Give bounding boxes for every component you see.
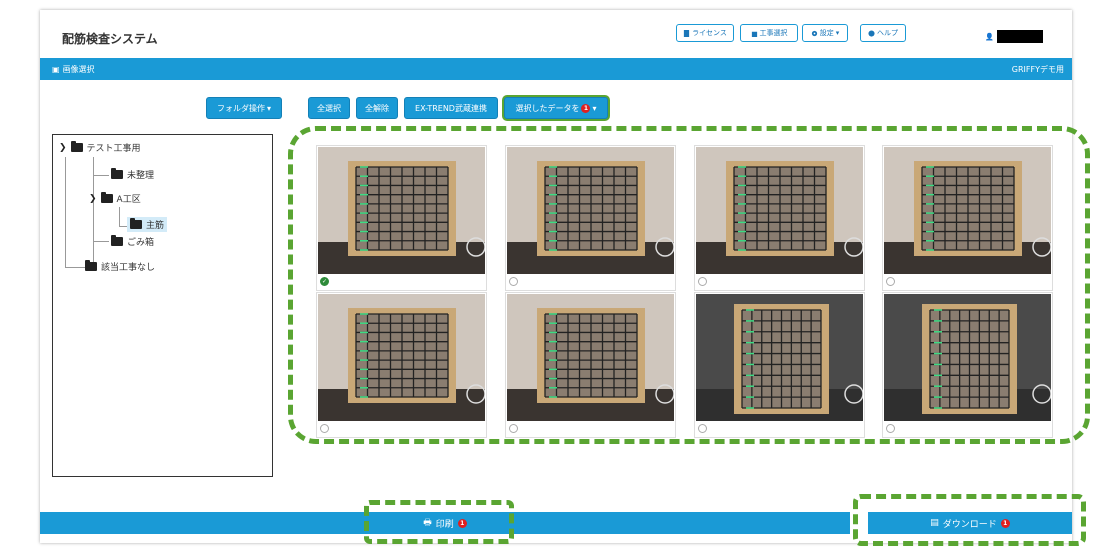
license-button[interactable]: ライセンス — [676, 24, 734, 42]
folder-icon — [100, 192, 113, 203]
chevron-down-icon: ❯ — [89, 193, 97, 204]
gear-icon — [811, 30, 817, 36]
folder-icon — [111, 168, 123, 179]
selected-count-badge: 1 — [581, 103, 591, 113]
section-title: 画像選択 — [62, 65, 95, 74]
folder-icon — [70, 141, 83, 152]
top-navbar: 配筋検査システム ライセンス 工事選択 設定 ▾ ヘルプ 👤 — [40, 10, 1072, 56]
app-title: 配筋検査システム — [62, 32, 158, 46]
project-select-button[interactable]: 工事選択 — [740, 24, 798, 42]
selected-data-dropdown[interactable]: 選択したデータを 1 ▾ — [504, 97, 608, 119]
folder-icon — [130, 218, 142, 229]
image-icon: ▣ — [52, 65, 60, 74]
tree-node-unsorted[interactable]: 未整理 — [111, 168, 154, 181]
user-icon: 👤 — [985, 32, 994, 41]
chevron-down-icon: ▾ — [266, 103, 271, 113]
tree-node-main-bar[interactable]: 主筋 — [127, 217, 168, 232]
select-all-button[interactable]: 全選択 — [308, 97, 350, 119]
chevron-down-icon: ▾ — [835, 29, 840, 37]
section-header: ▣ 画像選択 GRIFFYデモ用 — [40, 58, 1072, 80]
chevron-down-icon: ❯ — [59, 142, 67, 153]
download-highlight-annotation — [853, 494, 1086, 546]
chevron-down-icon: ▾ — [592, 103, 597, 113]
settings-button[interactable]: 設定 ▾ — [802, 24, 848, 42]
images-highlight-annotation — [288, 126, 1090, 444]
deselect-all-button[interactable]: 全解除 — [356, 97, 398, 119]
file-icon — [683, 29, 690, 37]
folder-tree: ❯ テスト工事用 未整理 ❯ A工区 主筋 ごみ箱 該当工事なし — [52, 134, 273, 477]
question-circle-icon — [868, 29, 875, 37]
tree-node-root[interactable]: ❯ テスト工事用 — [59, 141, 141, 154]
tree-node-area-a[interactable]: ❯ A工区 — [89, 192, 141, 205]
ex-trend-button[interactable]: EX-TREND武蔵連携 — [404, 97, 498, 119]
building-icon — [751, 31, 757, 37]
tree-node-none[interactable]: 該当工事なし — [85, 260, 155, 273]
redacted-username — [996, 30, 1043, 43]
print-highlight-annotation — [364, 500, 514, 544]
tree-node-trash[interactable]: ごみ箱 — [111, 235, 154, 248]
folder-icon — [111, 235, 123, 246]
section-account: GRIFFYデモ用 — [1011, 65, 1064, 74]
user-menu[interactable]: 👤 — [985, 30, 1043, 43]
folder-icon — [85, 260, 97, 271]
help-button[interactable]: ヘルプ — [860, 24, 906, 42]
folder-ops-dropdown[interactable]: フォルダ操作 ▾ — [206, 97, 282, 119]
